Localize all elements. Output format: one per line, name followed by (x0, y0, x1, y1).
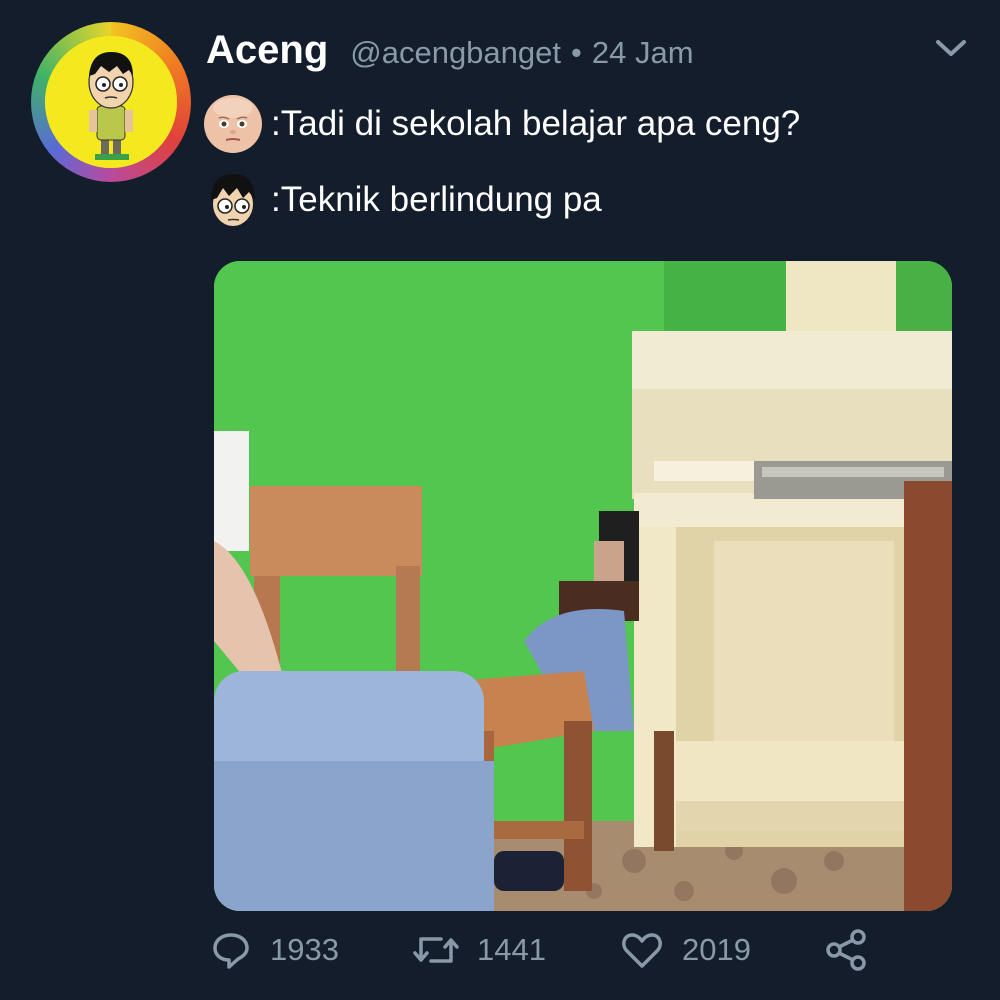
tweet-line-1: :Tadi di sekolah belajar apa ceng? (203, 94, 800, 154)
chevron-down-icon[interactable] (932, 36, 970, 60)
tweet-line-2: :Teknik berlindung pa (203, 170, 602, 230)
tweet-text-line-2: :Teknik berlindung pa (271, 180, 602, 219)
like-button[interactable]: 2019 (620, 925, 751, 975)
aceng-face-icon (203, 170, 263, 230)
tweet-media-photo[interactable] (214, 261, 952, 911)
like-count: 2019 (682, 932, 751, 967)
reply-count: 1933 (270, 932, 339, 967)
user-handle[interactable]: @acengbanget (350, 35, 561, 71)
boss-baby-face-icon (203, 94, 263, 154)
cartoon-avatar-image (45, 36, 177, 168)
reply-button[interactable]: 1933 (210, 925, 339, 975)
share-button[interactable] (823, 925, 869, 975)
tweet-text-line-1: :Tadi di sekolah belajar apa ceng? (271, 104, 801, 143)
tweet-header: Aceng @acengbanget • 24 Jam (206, 28, 694, 84)
heart-icon (622, 933, 662, 968)
retweet-button[interactable]: 1441 (413, 925, 546, 975)
retweet-icon (413, 937, 459, 963)
display-name[interactable]: Aceng (206, 28, 328, 73)
timestamp[interactable]: 24 Jam (592, 35, 694, 71)
reply-icon (213, 933, 249, 969)
photo-illustration (214, 261, 952, 911)
separator-dot: • (571, 35, 582, 70)
share-icon (826, 929, 866, 971)
profile-avatar[interactable] (31, 22, 191, 182)
retweet-count: 1441 (477, 932, 546, 967)
